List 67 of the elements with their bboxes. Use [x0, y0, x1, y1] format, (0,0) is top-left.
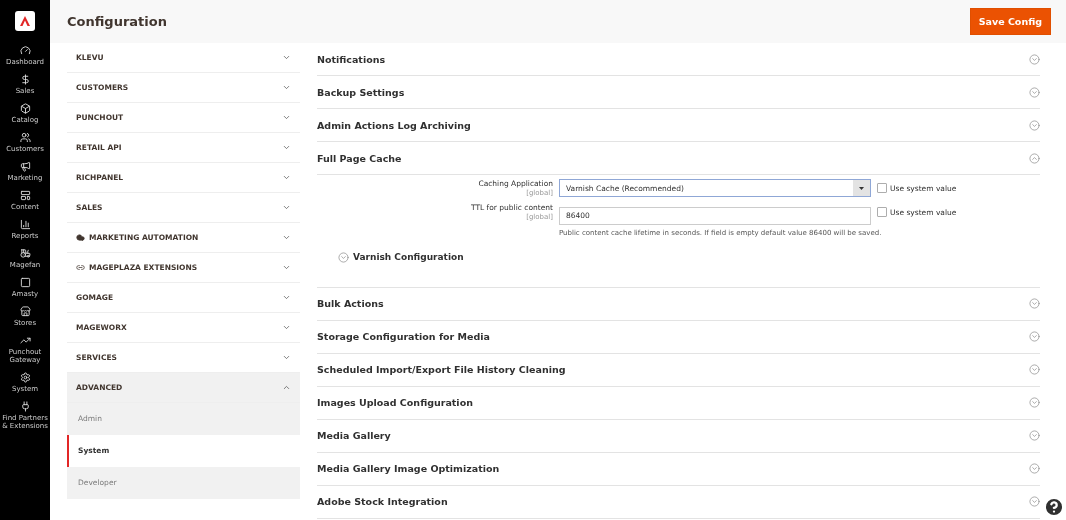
tractor-icon — [19, 248, 31, 259]
chevron-down-icon — [282, 113, 291, 122]
cloud-icon — [76, 233, 85, 242]
chevron-down-icon — [282, 233, 291, 242]
group-header[interactable]: Backup Settings — [317, 76, 1040, 109]
expand-icon — [1029, 53, 1040, 65]
plug-icon — [19, 401, 31, 412]
expand-icon — [1029, 364, 1040, 375]
chevron-down-icon — [282, 293, 291, 302]
chevron-down-icon — [282, 143, 291, 152]
group-title: Full Page Cache — [317, 152, 402, 164]
group-title: Storage Configuration for Media — [317, 331, 490, 342]
square-icon — [19, 277, 31, 288]
group-title: Adobe Stock Integration — [317, 496, 448, 507]
group-title: Admin Actions Log Archiving — [317, 119, 471, 131]
expand-icon — [1029, 119, 1040, 131]
page-title: Configuration — [67, 14, 167, 29]
group-header[interactable]: Media Gallery Image Optimization — [317, 452, 1040, 486]
group-header[interactable]: Storage Configuration for Media — [317, 320, 1040, 354]
collapse-icon — [1029, 152, 1040, 164]
group-header[interactable]: Bulk Actions — [317, 287, 1040, 321]
group-header[interactable]: Notifications — [317, 43, 1040, 76]
group-title: Bulk Actions — [317, 298, 384, 309]
expand-icon — [1029, 86, 1040, 98]
subgroup-header[interactable]: Varnish Configuration — [338, 251, 1040, 263]
expand-icon — [338, 251, 349, 263]
group-header[interactable]: Media Gallery — [317, 419, 1040, 453]
expand-icon — [1029, 463, 1040, 474]
chevron-up-icon — [282, 383, 291, 392]
expand-icon — [1029, 298, 1040, 309]
group-header[interactable]: Scheduled Import/Export File History Cleaning — [317, 353, 1040, 387]
group-header[interactable]: Full Page Cache — [317, 142, 1040, 175]
expand-icon — [1029, 397, 1040, 408]
chevron-down-icon — [282, 83, 291, 92]
dollar-icon — [19, 74, 31, 85]
group-title: Media Gallery Image Optimization — [317, 463, 500, 474]
expand-icon — [1029, 496, 1040, 507]
gear-icon — [19, 372, 31, 383]
users-icon — [19, 132, 31, 143]
group-header[interactable]: Adobe Stock Integration — [317, 485, 1040, 519]
expand-icon — [1029, 331, 1040, 342]
chevron-down-icon — [282, 203, 291, 212]
group-header[interactable]: Admin Actions Log Archiving — [317, 109, 1040, 142]
store-icon — [19, 306, 31, 317]
bar-chart-icon — [19, 219, 31, 230]
caret-icon — [859, 186, 864, 190]
chevron-down-icon — [282, 263, 291, 272]
group-title: Scheduled Import/Export File History Cleaning — [317, 364, 566, 375]
box-icon — [19, 103, 31, 114]
chevron-down-icon — [282, 173, 291, 182]
expand-icon — [1029, 430, 1040, 441]
chevron-down-icon — [282, 53, 291, 62]
group-title: Images Upload Configuration — [317, 397, 473, 408]
megaphone-icon — [19, 161, 31, 172]
link-icon — [76, 263, 85, 272]
group-title: Notifications — [317, 53, 386, 65]
group-title: Backup Settings — [317, 86, 405, 98]
chevron-down-icon — [282, 323, 291, 332]
trend-icon — [19, 335, 31, 346]
chevron-down-icon — [282, 353, 291, 362]
layout-icon — [19, 190, 31, 201]
help-icon[interactable] — [1043, 496, 1065, 518]
logo-icon[interactable] — [15, 11, 35, 31]
save-config-button[interactable]: Save Config — [969, 8, 1051, 35]
group-header[interactable]: Images Upload Configuration — [317, 386, 1040, 420]
group-title: Media Gallery — [317, 430, 391, 441]
gauge-icon — [19, 45, 31, 56]
